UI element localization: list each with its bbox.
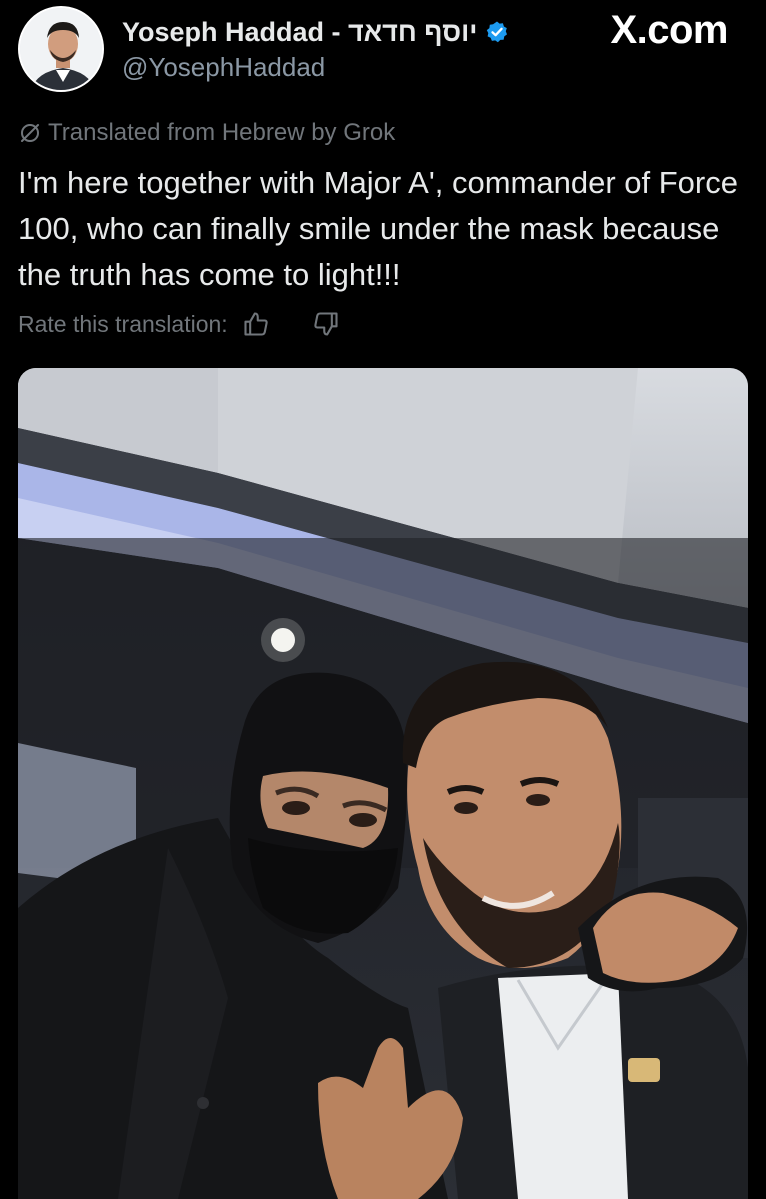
photo-illustration xyxy=(18,368,748,1199)
verified-badge-icon xyxy=(485,20,509,44)
display-name[interactable]: Yoseph Haddad - יוסף חדאד xyxy=(122,17,477,48)
avatar-portrait xyxy=(20,8,102,90)
translation-notice: Translated from Hebrew by Grok xyxy=(18,118,395,148)
tweet-photo[interactable] xyxy=(18,368,748,1199)
thumbs-up-icon[interactable] xyxy=(242,310,270,338)
rate-translation: Rate this translation: xyxy=(18,306,340,342)
name-row: Yoseph Haddad - יוסף חדאד xyxy=(122,14,509,50)
thumbs-down-icon[interactable] xyxy=(312,310,340,338)
tweet-header: Yoseph Haddad - יוסף חדאד @YosephHaddad … xyxy=(0,0,766,100)
tweet-text: I'm here together with Major A', command… xyxy=(18,165,738,292)
site-watermark: X.com xyxy=(610,8,728,52)
avatar[interactable] xyxy=(18,6,104,92)
handle[interactable]: @YosephHaddad xyxy=(122,52,325,83)
grok-icon xyxy=(21,124,39,142)
rate-label: Rate this translation: xyxy=(18,310,228,337)
translation-label: Translated from Hebrew by Grok xyxy=(48,119,396,146)
